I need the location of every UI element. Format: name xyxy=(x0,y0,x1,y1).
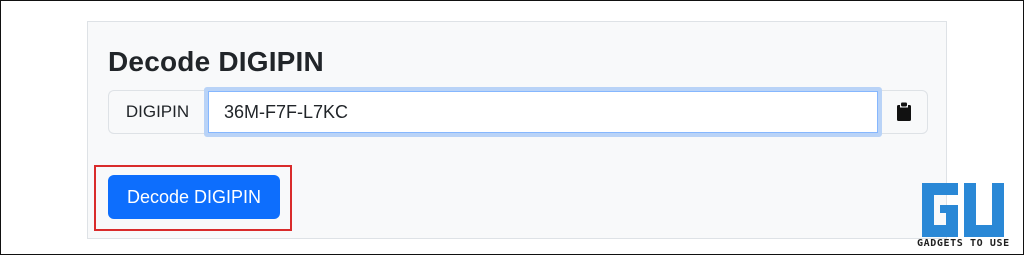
digipin-focus-ring xyxy=(204,87,882,137)
screenshot-frame: Decode DIGIPIN DIGIPIN Decode DIGIPIN G xyxy=(0,0,1024,255)
watermark-text: GADGETS TO USE xyxy=(917,238,1010,249)
paste-button[interactable] xyxy=(880,90,928,134)
clipboard-icon xyxy=(896,102,911,121)
digipin-input[interactable] xyxy=(208,91,878,133)
digipin-input-group: DIGIPIN xyxy=(108,87,928,137)
digipin-prefix-label: DIGIPIN xyxy=(108,90,206,134)
decode-card: Decode DIGIPIN DIGIPIN Decode DIGIPIN xyxy=(87,21,947,239)
card-title: Decode DIGIPIN xyxy=(108,46,324,77)
decode-digipin-button[interactable]: Decode DIGIPIN xyxy=(108,175,280,219)
digipin-field-wrapper xyxy=(204,87,882,137)
